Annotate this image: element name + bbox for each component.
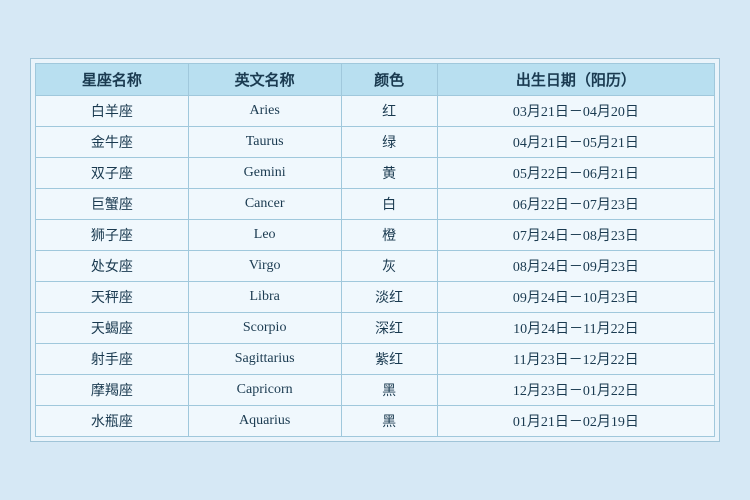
cell-english-name: Cancer: [188, 189, 341, 220]
cell-chinese-name: 双子座: [36, 158, 189, 189]
table-row: 白羊座Aries红03月21日－04月20日: [36, 96, 715, 127]
header-color: 颜色: [341, 64, 437, 96]
cell-chinese-name: 处女座: [36, 251, 189, 282]
cell-color: 深红: [341, 313, 437, 344]
cell-dates: 08月24日－09月23日: [437, 251, 714, 282]
table-row: 水瓶座Aquarius黑01月21日－02月19日: [36, 406, 715, 437]
table-header-row: 星座名称 英文名称 颜色 出生日期（阳历）: [36, 64, 715, 96]
cell-dates: 07月24日－08月23日: [437, 220, 714, 251]
cell-color: 淡红: [341, 282, 437, 313]
table-row: 巨蟹座Cancer白06月22日－07月23日: [36, 189, 715, 220]
cell-color: 橙: [341, 220, 437, 251]
cell-color: 黄: [341, 158, 437, 189]
cell-english-name: Taurus: [188, 127, 341, 158]
cell-dates: 06月22日－07月23日: [437, 189, 714, 220]
cell-color: 红: [341, 96, 437, 127]
table-row: 天蝎座Scorpio深红10月24日－11月22日: [36, 313, 715, 344]
cell-color: 灰: [341, 251, 437, 282]
table-row: 天秤座Libra淡红09月24日－10月23日: [36, 282, 715, 313]
table-row: 处女座Virgo灰08月24日－09月23日: [36, 251, 715, 282]
table-row: 摩羯座Capricorn黑12月23日－01月22日: [36, 375, 715, 406]
cell-dates: 10月24日－11月22日: [437, 313, 714, 344]
cell-english-name: Libra: [188, 282, 341, 313]
cell-color: 黑: [341, 375, 437, 406]
cell-chinese-name: 金牛座: [36, 127, 189, 158]
cell-chinese-name: 巨蟹座: [36, 189, 189, 220]
cell-english-name: Leo: [188, 220, 341, 251]
cell-dates: 11月23日－12月22日: [437, 344, 714, 375]
cell-english-name: Capricorn: [188, 375, 341, 406]
cell-chinese-name: 狮子座: [36, 220, 189, 251]
header-chinese-name: 星座名称: [36, 64, 189, 96]
table-row: 狮子座Leo橙07月24日－08月23日: [36, 220, 715, 251]
cell-dates: 09月24日－10月23日: [437, 282, 714, 313]
cell-color: 黑: [341, 406, 437, 437]
table-row: 射手座Sagittarius紫红11月23日－12月22日: [36, 344, 715, 375]
header-english-name: 英文名称: [188, 64, 341, 96]
table-body: 白羊座Aries红03月21日－04月20日金牛座Taurus绿04月21日－0…: [36, 96, 715, 437]
cell-dates: 05月22日－06月21日: [437, 158, 714, 189]
cell-color: 白: [341, 189, 437, 220]
header-dates: 出生日期（阳历）: [437, 64, 714, 96]
cell-chinese-name: 摩羯座: [36, 375, 189, 406]
cell-english-name: Gemini: [188, 158, 341, 189]
zodiac-table-container: 星座名称 英文名称 颜色 出生日期（阳历） 白羊座Aries红03月21日－04…: [30, 58, 720, 442]
cell-dates: 01月21日－02月19日: [437, 406, 714, 437]
table-row: 金牛座Taurus绿04月21日－05月21日: [36, 127, 715, 158]
table-row: 双子座Gemini黄05月22日－06月21日: [36, 158, 715, 189]
cell-chinese-name: 射手座: [36, 344, 189, 375]
cell-dates: 12月23日－01月22日: [437, 375, 714, 406]
cell-english-name: Virgo: [188, 251, 341, 282]
cell-english-name: Sagittarius: [188, 344, 341, 375]
cell-chinese-name: 天秤座: [36, 282, 189, 313]
cell-english-name: Aries: [188, 96, 341, 127]
cell-chinese-name: 白羊座: [36, 96, 189, 127]
cell-english-name: Scorpio: [188, 313, 341, 344]
cell-dates: 04月21日－05月21日: [437, 127, 714, 158]
zodiac-table: 星座名称 英文名称 颜色 出生日期（阳历） 白羊座Aries红03月21日－04…: [35, 63, 715, 437]
cell-chinese-name: 天蝎座: [36, 313, 189, 344]
cell-dates: 03月21日－04月20日: [437, 96, 714, 127]
cell-chinese-name: 水瓶座: [36, 406, 189, 437]
cell-color: 紫红: [341, 344, 437, 375]
cell-english-name: Aquarius: [188, 406, 341, 437]
cell-color: 绿: [341, 127, 437, 158]
